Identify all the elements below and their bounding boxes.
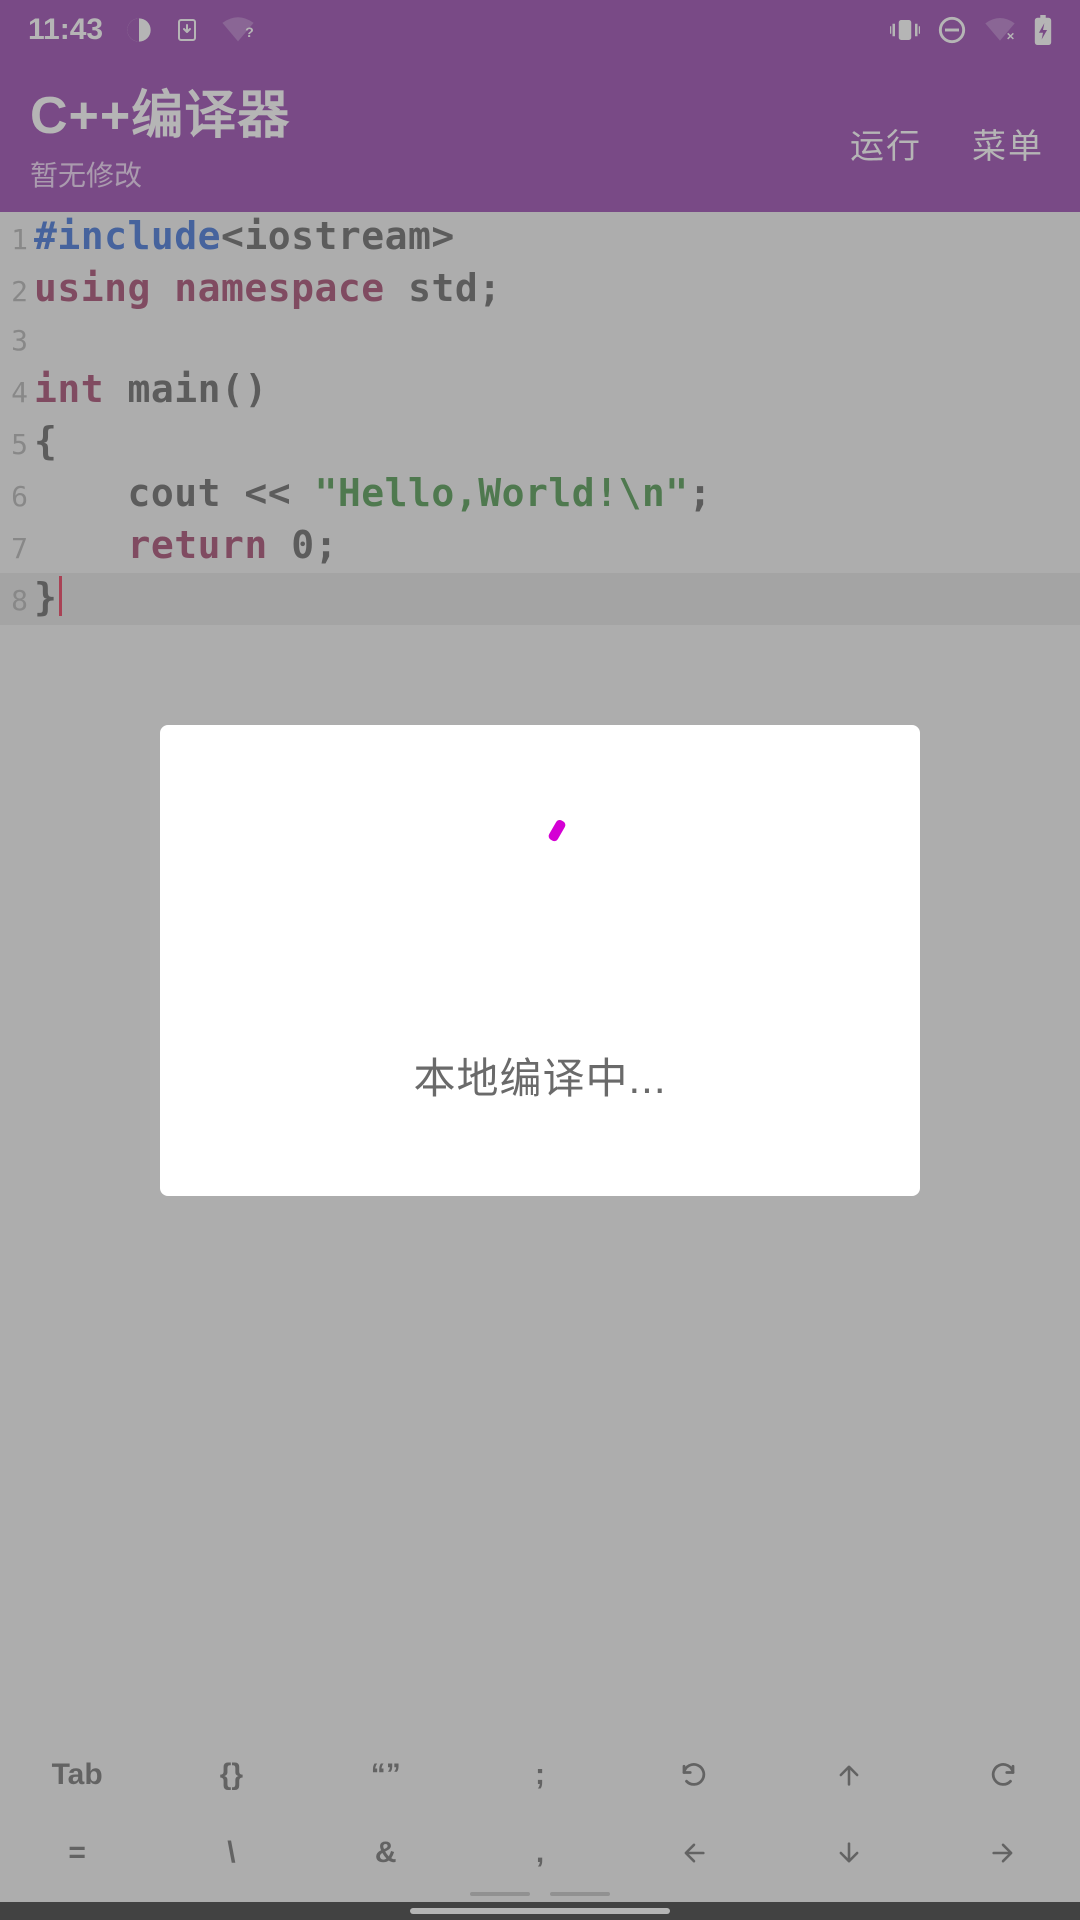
modal-overlay: 本地编译中... [0, 0, 1080, 1920]
compiling-modal: 本地编译中... [160, 725, 920, 1196]
spinner-icon [495, 815, 585, 905]
modal-text: 本地编译中... [413, 1045, 666, 1106]
